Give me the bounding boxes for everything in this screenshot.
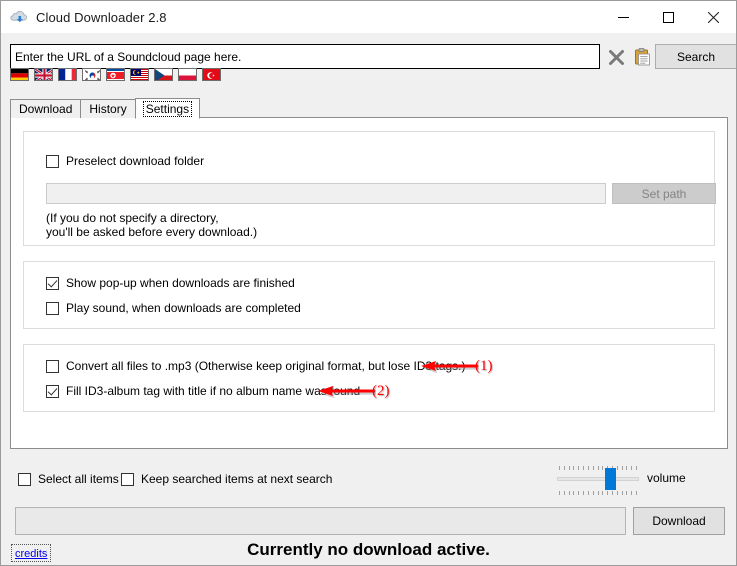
volume-label: volume [647,471,686,485]
tab-settings-label: Settings [142,100,193,117]
search-button[interactable]: Search [655,44,736,69]
preselect-download-folder-checkbox-box [46,154,59,168]
tab-history-label: History [89,102,127,116]
folder-hint-line-1: (If you do not specify a directory, [46,211,219,225]
volume-ticks-top [559,466,637,470]
set-path-button[interactable]: Set path [612,183,716,204]
keep-searched-items-checkbox-box [121,472,134,486]
search-button-label: Search [676,49,716,64]
download-progress-bar [15,507,626,535]
group-download-folder: Preselect download folder Set path (If y… [23,131,716,246]
fill-id3-album-tag-checkbox[interactable]: Fill ID3-album tag with title if no albu… [46,384,360,398]
show-popup-checkbox[interactable]: Show pop-up when downloads are finished [46,276,295,290]
language-flags [10,68,221,81]
volume-ticks-bottom [559,491,637,495]
download-path-input[interactable] [46,183,606,204]
convert-all-to-mp3-checkbox[interactable]: Convert all files to .mp3 (Otherwise kee… [46,359,466,373]
folder-hint-text: (If you do not specify a directory, you'… [46,211,257,239]
set-path-button-label: Set path [641,186,687,201]
clear-x-icon[interactable] [605,46,627,68]
language-flag-france[interactable] [58,68,77,81]
title-bar: Cloud Downloader 2.8 [1,1,736,33]
annotation-label-2: (2) [372,383,390,399]
clipboard-paste-icon[interactable] [631,46,653,68]
group-format-options: Convert all files to .mp3 (Otherwise kee… [23,344,715,412]
show-popup-checkbox-box [46,276,59,290]
volume-slider[interactable] [557,463,639,495]
preselect-download-folder-label: Preselect download folder [66,154,205,168]
maximize-button[interactable] [646,1,691,33]
settings-tab-page: Preselect download folder Set path (If y… [10,117,728,449]
convert-all-to-mp3-checkbox-box [46,359,59,373]
fill-id3-album-tag-label: Fill ID3-album tag with title if no albu… [66,384,361,398]
group-notifications: Show pop-up when downloads are finished … [23,261,715,329]
play-sound-checkbox[interactable]: Play sound, when downloads are completed [46,301,301,315]
tab-settings[interactable]: Settings [134,98,201,119]
download-button-label: Download [652,514,706,528]
tab-strip: Download History Settings [10,97,201,119]
keep-searched-items-label: Keep searched items at next search [141,472,333,486]
tab-download-label: Download [19,102,73,116]
select-all-items-checkbox-box [18,472,31,486]
language-flag-german[interactable] [10,68,29,81]
credits-link-label: credits [15,548,48,560]
preselect-download-folder-checkbox[interactable]: Preselect download folder [46,154,204,168]
language-flag-malaysia[interactable] [130,68,149,81]
language-flag-turkey[interactable] [202,68,221,81]
volume-slider-thumb[interactable] [605,468,616,490]
volume-slider-track [557,477,639,481]
select-all-items-checkbox[interactable]: Select all items [18,472,119,486]
caption-buttons [601,1,736,33]
keep-searched-items-checkbox[interactable]: Keep searched items at next search [121,472,332,486]
url-toolbar: Search [10,44,736,69]
language-flag-czech-republic[interactable] [154,68,173,81]
app-window: Cloud Downloader 2.8 Enter the URL of a … [0,0,737,566]
show-popup-label: Show pop-up when downloads are finished [66,276,295,290]
close-button[interactable] [691,1,736,33]
credits-link[interactable]: credits [11,544,52,562]
tab-download[interactable]: Download [10,99,82,118]
select-all-items-label: Select all items [38,472,119,486]
convert-all-to-mp3-label: Convert all files to .mp3 (Otherwise kee… [66,359,466,373]
fill-id3-album-tag-checkbox-box [46,384,59,398]
window-title: Cloud Downloader 2.8 [36,9,167,25]
tab-history[interactable]: History [80,99,136,118]
annotation-label-1: (1) [475,358,493,374]
language-flag-south-korea[interactable] [82,68,101,81]
download-button[interactable]: Download [633,507,725,535]
language-flag-poland[interactable] [178,68,197,81]
language-flag-north-korea[interactable] [106,68,125,81]
status-text: Currently no download active. [247,540,490,559]
play-sound-checkbox-box [46,301,59,315]
minimize-button[interactable] [601,1,646,33]
folder-hint-line-2: you'll be asked before every download.) [46,225,258,239]
url-input[interactable] [10,44,600,69]
play-sound-label: Play sound, when downloads are completed [66,301,301,315]
cloud-download-icon [9,7,29,27]
language-flag-united-kingdom[interactable] [34,68,53,81]
